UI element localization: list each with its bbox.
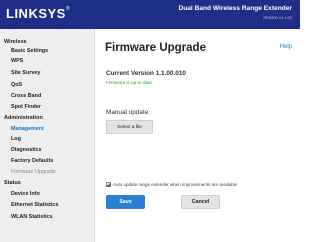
- auto-update-label: Auto update range extender when improvem…: [113, 181, 238, 187]
- sidebar-item-management[interactable]: Management: [11, 126, 44, 132]
- page-title: Firmware Upgrade: [105, 42, 206, 54]
- product-title: Dual Band Wireless Range Extender: [178, 5, 292, 12]
- sidebar-item-log[interactable]: Log: [11, 136, 21, 142]
- logo-registered-mark: ®: [65, 6, 71, 12]
- help-link[interactable]: Help: [280, 44, 292, 50]
- sidebar-item-ethernet-statistics[interactable]: Ethernet Statistics: [11, 202, 58, 208]
- sidebar-item-spot-finder[interactable]: Spot Finder: [11, 104, 41, 110]
- sidebar-section-administration[interactable]: Administration: [4, 115, 43, 121]
- sidebar-item-factory-defaults[interactable]: Factory Defaults: [11, 158, 53, 164]
- sidebar-item-qos[interactable]: QoS: [11, 82, 22, 88]
- sidebar-item-basic-settings[interactable]: Basic Settings: [11, 48, 48, 54]
- current-version-text: Current Version 1.1.00.010: [106, 70, 186, 77]
- sidebar-item-firmware-upgrade[interactable]: Firmware Upgrade: [11, 169, 56, 175]
- firmware-status-text: Firmware is up-to-date: [106, 80, 152, 85]
- sidebar-section-status[interactable]: Status: [4, 180, 21, 186]
- top-header-bar: LINKSYS® Dual Band Wireless Range Extend…: [0, 0, 300, 29]
- main-content: Firmware Upgrade Help Current Version 1.…: [96, 29, 300, 242]
- sidebar-section-wireless[interactable]: Wireless: [4, 39, 27, 45]
- sidebar-nav: Wireless Basic Settings WPS Site Survey …: [0, 29, 95, 242]
- auto-update-checkbox[interactable]: [106, 181, 111, 187]
- sidebar-item-diagnostics[interactable]: Diagnostics: [11, 147, 42, 153]
- cancel-button[interactable]: Cancel: [181, 195, 220, 209]
- product-model: RE6300 v1.1.00: [263, 15, 292, 20]
- logo-text: LINKSYS: [6, 6, 66, 21]
- sidebar-item-site-survey[interactable]: Site Survey: [11, 70, 40, 76]
- sidebar-item-wps[interactable]: WPS: [11, 58, 23, 64]
- manual-update-label: Manual update: [106, 109, 149, 116]
- sidebar-item-wlan-statistics[interactable]: WLAN Statistics: [11, 214, 53, 220]
- select-file-button[interactable]: Select a file: [106, 120, 153, 134]
- linksys-logo: LINKSYS®: [6, 6, 70, 21]
- save-button[interactable]: Save: [106, 195, 145, 209]
- sidebar-item-device-info[interactable]: Device Info: [11, 191, 40, 197]
- sidebar-item-cross-band[interactable]: Cross Band: [11, 93, 41, 99]
- auto-update-row: Auto update range extender when improvem…: [106, 180, 237, 188]
